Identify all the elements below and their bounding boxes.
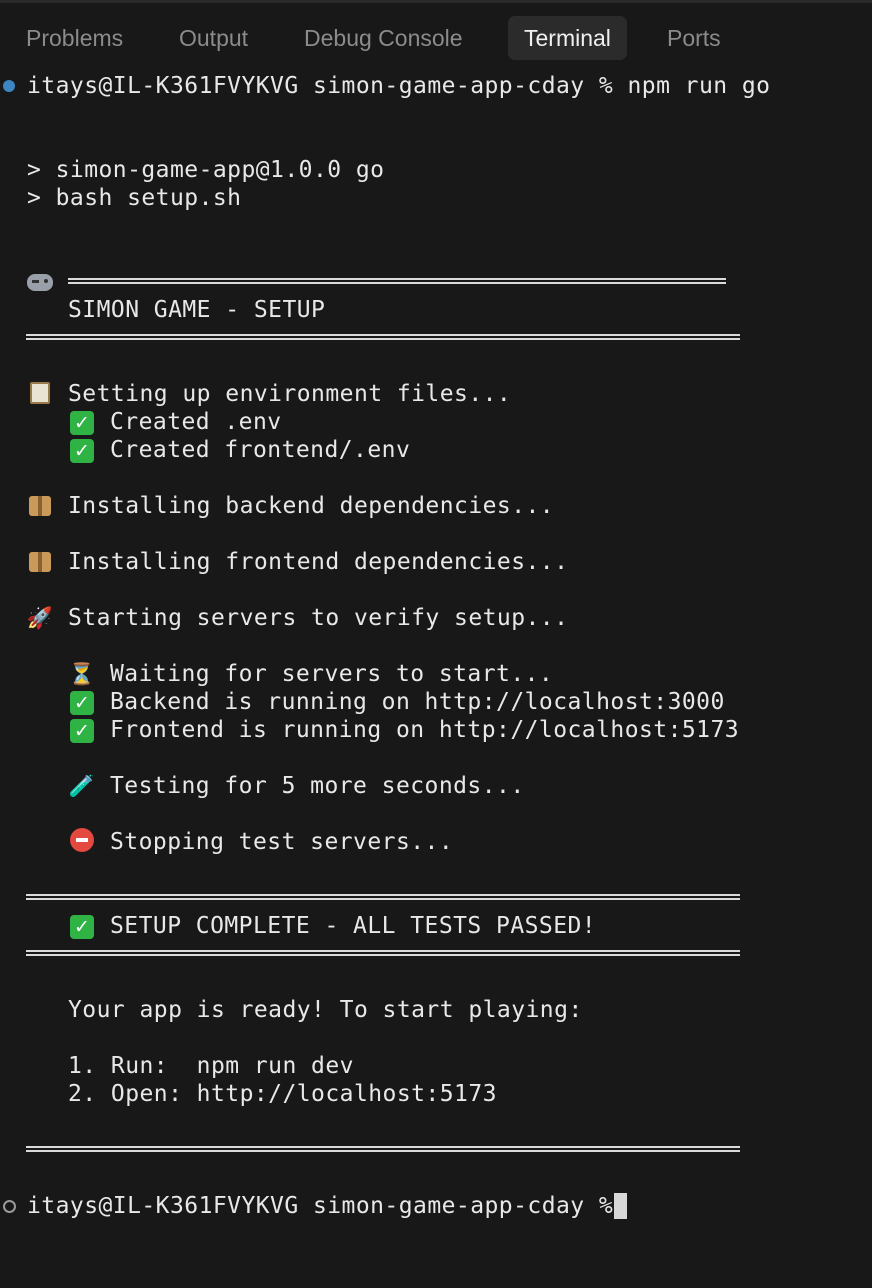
complete-rule-bottom (26, 950, 740, 956)
package-icon (26, 492, 54, 520)
prompt-final-line: itays@IL-K361FVYKVG simon-game-app-cday … (27, 1193, 628, 1219)
header-rule-top (68, 278, 726, 284)
stopping-line: Stopping test servers... (110, 829, 454, 855)
panel-top-border (0, 0, 872, 3)
complete-rule-top (26, 894, 740, 900)
rocket-icon: 🚀 (26, 606, 54, 630)
check-mark-icon: ✓ (68, 912, 96, 940)
setup-header-title: SIMON GAME - SETUP (68, 297, 326, 323)
tab-output[interactable]: Output (163, 16, 264, 60)
setup-complete-line: SETUP COMPLETE - ALL TESTS PASSED! (110, 913, 597, 939)
env-created-line: Created frontend/.env (110, 437, 411, 463)
backend-running-line: Backend is running on http://localhost:3… (110, 689, 725, 715)
script-line: > simon-game-app@1.0.0 go (27, 157, 385, 183)
footer-rule (26, 1146, 740, 1152)
step-line: 2. Open: http://localhost:5173 (68, 1081, 497, 1107)
check-mark-icon: ✓ (68, 436, 96, 464)
env-created-line: Created .env (110, 409, 282, 435)
backend-install-line: Installing backend dependencies... (68, 493, 555, 519)
prompt-command-line: itays@IL-K361FVYKVG simon-game-app-cday … (27, 73, 771, 99)
test-tube-icon: 🧪 (68, 774, 96, 798)
command-status-dot[interactable] (3, 80, 15, 92)
header-rule-bottom (26, 334, 740, 340)
check-mark-icon: ✓ (68, 688, 96, 716)
starting-servers-line: Starting servers to verify setup... (68, 605, 569, 631)
prompt-status-dot[interactable] (3, 1200, 16, 1213)
stop-sign-icon (68, 828, 96, 856)
tab-ports[interactable]: Ports (651, 16, 737, 60)
waiting-line: Waiting for servers to start... (110, 661, 554, 687)
env-heading: Setting up environment files... (68, 381, 512, 407)
terminal-cursor[interactable] (614, 1193, 627, 1219)
tab-problems[interactable]: Problems (10, 16, 139, 60)
gamepad-icon (26, 268, 54, 296)
ready-line: Your app is ready! To start playing: (68, 997, 583, 1023)
frontend-install-line: Installing frontend dependencies... (68, 549, 569, 575)
frontend-running-line: Frontend is running on http://localhost:… (110, 717, 740, 743)
testing-line: Testing for 5 more seconds... (110, 773, 525, 799)
tab-debug-console[interactable]: Debug Console (288, 16, 479, 60)
clipboard-icon (26, 380, 54, 408)
check-mark-icon: ✓ (68, 408, 96, 436)
step-line: 1. Run: npm run dev (68, 1053, 354, 1079)
script-line: > bash setup.sh (27, 185, 242, 211)
check-mark-icon: ✓ (68, 716, 96, 744)
tab-terminal[interactable]: Terminal (508, 16, 627, 60)
hourglass-icon: ⏳ (68, 662, 96, 686)
package-icon (26, 548, 54, 576)
